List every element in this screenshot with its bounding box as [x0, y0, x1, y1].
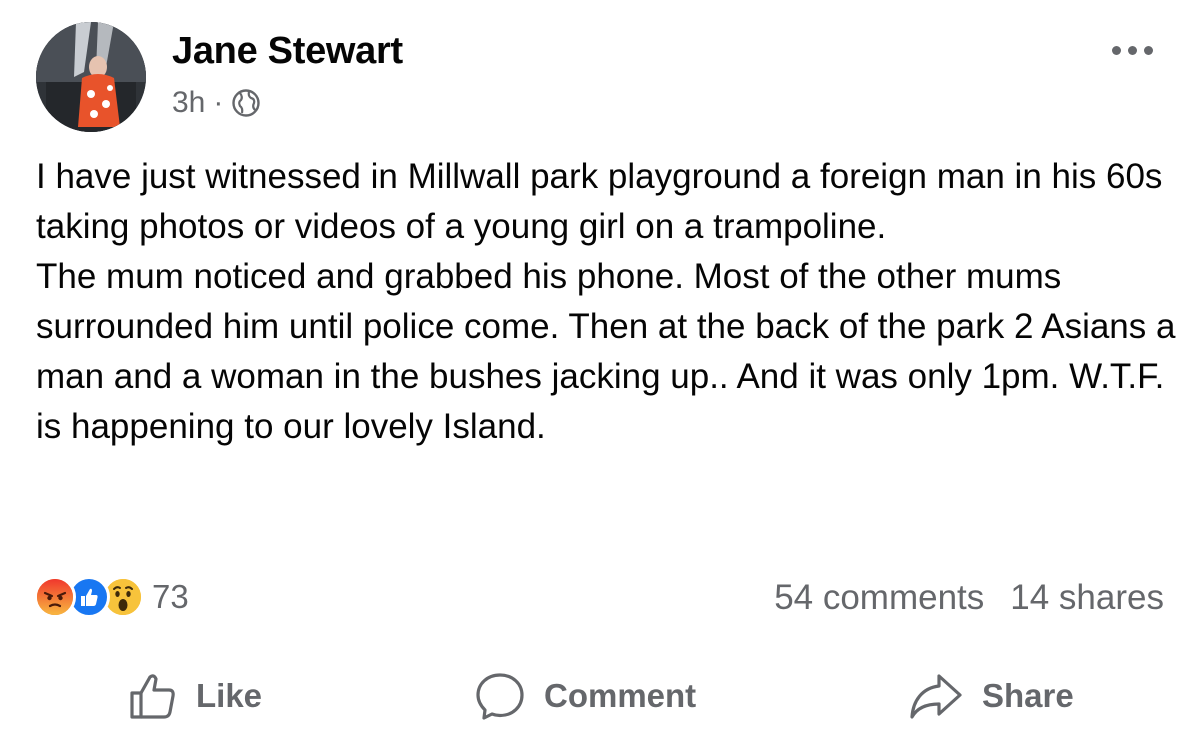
post-meta: 3h · — [172, 86, 261, 120]
comment-bubble-icon — [476, 673, 524, 720]
reaction-count[interactable]: 73 — [152, 578, 189, 616]
meta-separator: · — [213, 86, 224, 119]
share-arrow-icon — [910, 674, 962, 719]
post-time[interactable]: 3h — [172, 86, 205, 120]
avatar[interactable] — [36, 22, 146, 132]
facebook-post: Jane Stewart 3h · I have just witnessed … — [0, 0, 1200, 747]
author-name[interactable]: Jane Stewart — [172, 30, 403, 73]
share-label: Share — [982, 677, 1074, 714]
engagement-stats: 54 comments 14 shares — [774, 578, 1164, 618]
post-paragraph: I have just witnessed in Millwall park p… — [36, 157, 1163, 246]
share-button[interactable]: Share — [908, 664, 1074, 728]
angry-reaction-icon — [34, 576, 76, 618]
post-paragraph: The mum noticed and grabbed his phone. M… — [36, 257, 1176, 446]
more-dot — [1112, 45, 1121, 55]
comment-label: Comment — [544, 677, 697, 714]
shares-count[interactable]: 14 shares — [1010, 578, 1164, 618]
comment-button[interactable]: Comment — [474, 664, 696, 728]
reactions-summary[interactable]: 73 — [34, 576, 189, 618]
more-options-button[interactable] — [1112, 38, 1168, 62]
more-dot — [1128, 45, 1137, 55]
like-button[interactable]: Like — [128, 664, 262, 728]
action-bar: Like Comment Share — [0, 664, 1200, 728]
globe-icon[interactable] — [231, 88, 261, 118]
more-dot — [1144, 45, 1153, 55]
post-text: I have just witnessed in Millwall park p… — [36, 152, 1176, 452]
thumbs-up-icon — [130, 674, 175, 719]
comments-count[interactable]: 54 comments — [774, 578, 984, 618]
like-label: Like — [196, 677, 263, 714]
